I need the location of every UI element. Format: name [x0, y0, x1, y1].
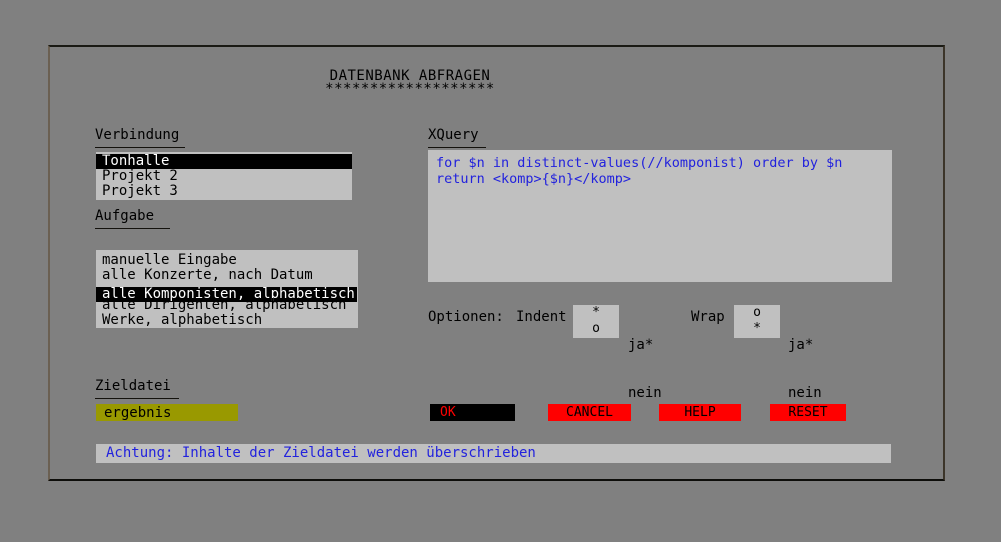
list-item[interactable]: alle Dirigenten, alphabetisch [96, 298, 358, 313]
wrap-radio-nein-mark[interactable]: * [734, 321, 780, 337]
status-bar: Achtung: Inhalte der Zieldatei werden üb… [96, 444, 891, 463]
ok-button[interactable]: OK [430, 404, 515, 421]
task-listbox[interactable]: manuelle Eingabe alle Konzerte, nach Dat… [96, 250, 358, 328]
options-label: Optionen: [428, 309, 504, 325]
help-button[interactable]: HELP [659, 404, 741, 421]
xquery-line: return <komp>{$n}</komp> [436, 171, 892, 187]
target-file-input[interactable]: ergebnis [96, 404, 238, 421]
dialog-frame: DATENBANK ABFRAGEN ******************* V… [48, 45, 945, 481]
list-item[interactable]: Projekt 2 [96, 169, 352, 184]
task-section-label: Aufgabe [95, 208, 170, 229]
connection-section-label: Verbindung [95, 127, 185, 148]
xquery-section-label: XQuery [428, 127, 486, 148]
list-item[interactable]: alle Konzerte, nach Datum [96, 268, 358, 283]
indent-radio-nein-mark[interactable]: o [573, 321, 619, 337]
wrap-radio-group[interactable]: o * [734, 305, 780, 338]
indent-ja-label: ja* [628, 337, 679, 353]
indent-nein-label: nein [628, 385, 679, 401]
indent-radio-group[interactable]: * o [573, 305, 619, 338]
connection-listbox[interactable]: Tonhalle Projekt 2 Projekt 3 [96, 152, 352, 200]
indent-radio-ja-mark[interactable]: * [573, 305, 619, 321]
wrap-radio-ja-mark[interactable]: o [734, 305, 780, 321]
list-item[interactable]: manuelle Eingabe [96, 253, 358, 268]
app-root: DATENBANK ABFRAGEN ******************* V… [0, 0, 1001, 542]
target-section-label: Zieldatei [95, 378, 179, 399]
page-title-underline-stars: ******************* [230, 81, 590, 98]
wrap-option-label: Wrap [691, 309, 725, 325]
indent-option-label: Indent [516, 309, 567, 325]
xquery-input[interactable]: for $n in distinct-values(//komponist) o… [428, 150, 892, 282]
cancel-button[interactable]: CANCEL [548, 404, 631, 421]
list-item[interactable]: Werke, alphabetisch [96, 313, 358, 328]
list-item[interactable]: Tonhalle [96, 154, 352, 169]
xquery-line: for $n in distinct-values(//komponist) o… [436, 155, 892, 171]
wrap-nein-label: nein [788, 385, 839, 401]
list-item[interactable]: Projekt 3 [96, 184, 352, 199]
wrap-ja-label: ja* [788, 337, 839, 353]
reset-button[interactable]: RESET [770, 404, 846, 421]
